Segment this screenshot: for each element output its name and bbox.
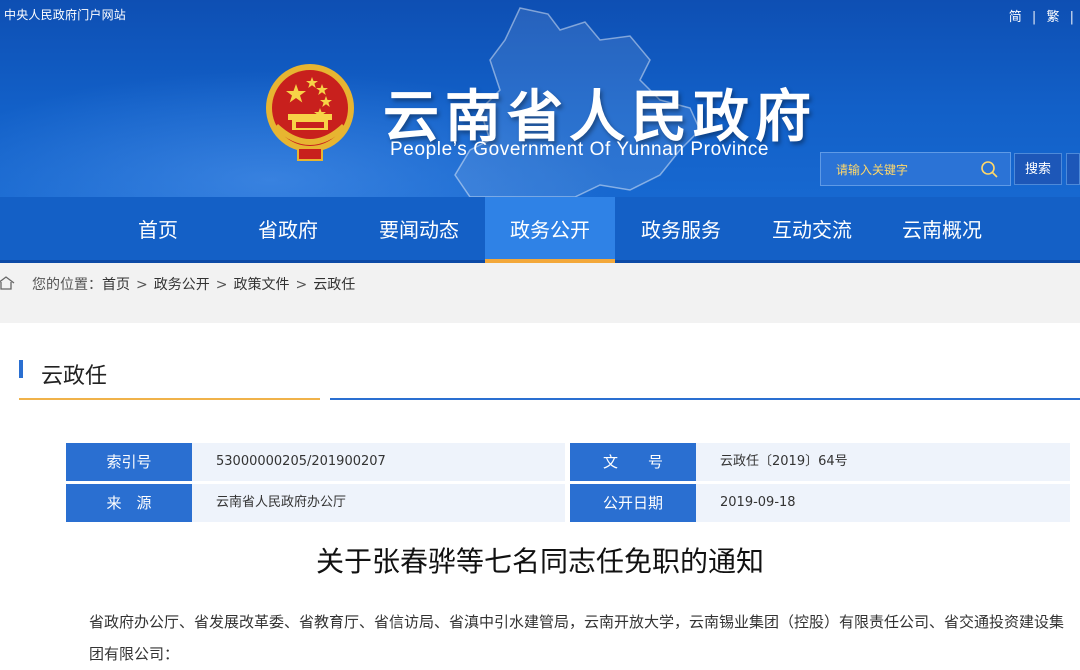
nav-item-interaction[interactable]: 互动交流	[759, 197, 865, 263]
document-recipients: 省政府办公厅、省发展改革委、省教育厅、省信访局、省滇中引水建管局，云南开放大学，…	[89, 613, 1065, 663]
nav-item-gov-affairs-open[interactable]: 政务公开	[485, 197, 615, 263]
document-title: 关于张春骅等七名同志任免职的通知	[315, 545, 764, 578]
site-header: 中央人民政府门户网站 简 | 繁 | 云南省人民政府 People’s Gove…	[0, 0, 1080, 197]
search-button[interactable]: 搜索	[1014, 153, 1062, 185]
breadcrumb-policy-docs-link[interactable]: 政策文件	[233, 277, 289, 293]
nav-item-home[interactable]: 首页	[108, 197, 208, 263]
breadcrumb-separator: >	[215, 277, 228, 293]
national-emblem-icon	[266, 64, 354, 161]
lang-separator: |	[1031, 10, 1037, 25]
nav-item-gov-services[interactable]: 政务服务	[628, 197, 734, 263]
section-title-marker	[19, 360, 23, 378]
nav-item-news[interactable]: 要闻动态	[366, 197, 472, 263]
meta-date-label: 公开日期	[570, 484, 702, 522]
breadcrumb-separator: >	[136, 277, 148, 293]
search-input[interactable]	[821, 153, 988, 187]
central-gov-portal-link[interactable]: 中央人民政府门户网站	[4, 6, 126, 23]
location-icon	[0, 276, 15, 290]
section-title: 云政任	[41, 364, 108, 389]
search-icon[interactable]	[980, 160, 998, 178]
lang-traditional-link[interactable]: 繁	[1046, 10, 1059, 25]
site-subtitle: People’s Government Of Yunnan Province	[390, 139, 770, 160]
main-nav: 首页 省政府 要闻动态 政务公开 政务服务 互动交流 云南概况	[0, 197, 1080, 263]
breadcrumb-separator: >	[295, 277, 308, 293]
breadcrumb: 您的位置：首页 > 政务公开 > 政策文件 > 云政任	[0, 275, 355, 295]
language-switch: 简 | 繁 |	[1003, 6, 1074, 25]
breadcrumb-home-link[interactable]: 首页	[102, 277, 130, 293]
meta-index-value: 53000000205/201900207	[192, 443, 565, 481]
meta-docno-value: 云政任〔2019〕64号	[696, 443, 1070, 481]
section-underline-gold	[19, 398, 320, 400]
nav-item-yunnan-overview[interactable]: 云南概况	[889, 197, 995, 263]
search-button-edge	[1066, 153, 1080, 185]
lang-simplified-link[interactable]: 简	[1009, 10, 1022, 25]
breadcrumb-prefix: 您的位置：	[32, 277, 102, 293]
breadcrumb-current[interactable]: 云政任	[313, 277, 355, 293]
lang-separator: |	[1069, 10, 1074, 25]
section-underline-blue	[330, 398, 1080, 400]
meta-date-value: 2019-09-18	[696, 484, 1070, 522]
search-box	[820, 152, 1011, 187]
meta-docno-label: 文 号	[570, 443, 702, 481]
meta-source-value: 云南省人民政府办公厅	[192, 484, 565, 522]
breadcrumb-gov-affairs-link[interactable]: 政务公开	[154, 277, 210, 293]
nav-item-provincial-gov[interactable]: 省政府	[238, 197, 338, 263]
meta-index-label: 索引号	[66, 443, 198, 481]
meta-source-label: 来 源	[66, 484, 198, 522]
